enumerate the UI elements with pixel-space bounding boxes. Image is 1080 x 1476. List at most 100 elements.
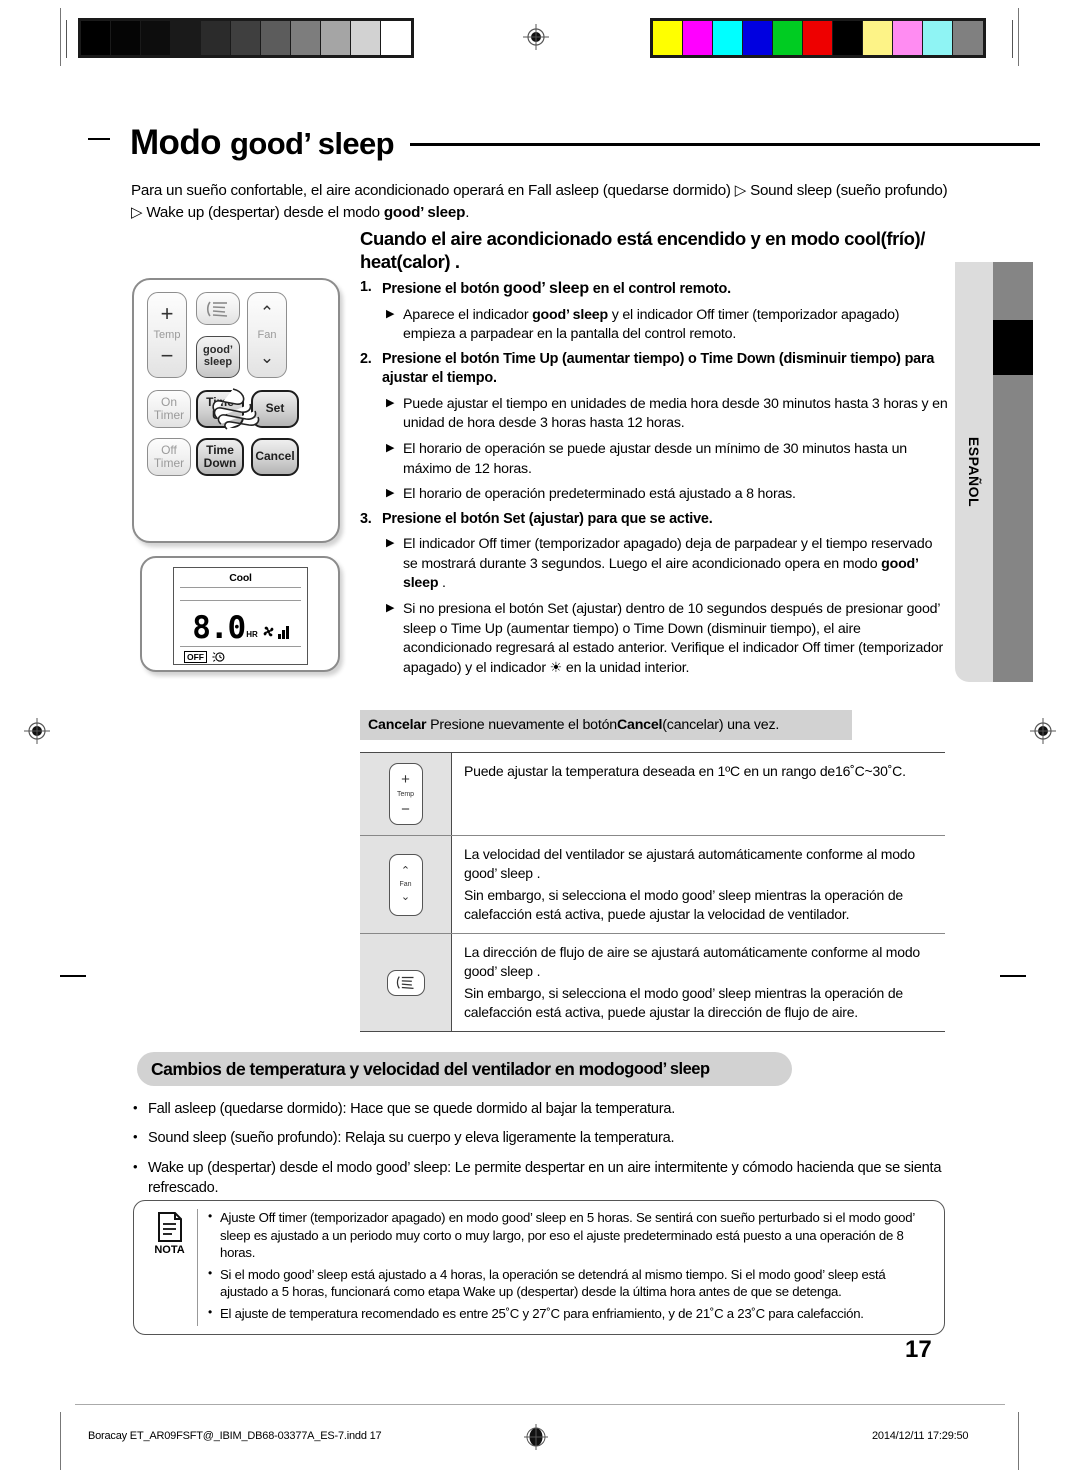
remote-off-timer-bottom: Timer bbox=[153, 456, 185, 470]
remote-airflow-button[interactable] bbox=[196, 292, 240, 325]
remote-time-down-button[interactable]: Time Down bbox=[196, 438, 244, 476]
step-2: 2. Presione el botón Time Up (aumentar t… bbox=[360, 350, 950, 389]
lcd-off-badge: OFF bbox=[184, 650, 207, 664]
triangle-bullet-icon: ▶ bbox=[386, 307, 395, 320]
fan-icon bbox=[263, 626, 274, 637]
remote-fan-button[interactable]: ⌃ Fan ⌄ bbox=[247, 292, 287, 378]
lcd-time-value: 8.0 bbox=[192, 610, 246, 647]
step-3: 3. Presione el botón Set (ajustar) para … bbox=[360, 510, 950, 529]
headline-rule bbox=[409, 142, 1040, 146]
remote-off-timer-button[interactable]: Off Timer bbox=[147, 438, 191, 476]
gray-patch-4 bbox=[201, 21, 231, 55]
lcd-divider-2 bbox=[180, 600, 301, 601]
remote-temp-button[interactable]: + Temp − bbox=[147, 292, 187, 378]
remote-time-down-top: Time bbox=[206, 442, 234, 457]
step-3-sub-2-text: Si no presiona el botón Set (ajustar) de… bbox=[403, 600, 944, 676]
page-number: 17 bbox=[905, 1336, 932, 1363]
step-3-text: Presione el botón Set (ajustar) para que… bbox=[382, 510, 713, 527]
step-2-sub-1: ▶ Puede ajustar el tiempo en unidades de… bbox=[360, 395, 950, 434]
remote-lcd-panel-illustration: Cool 8.0 HR OFF bbox=[140, 556, 340, 672]
table-row-2-line-1: La velocidad del ventilador se ajustará … bbox=[464, 846, 915, 882]
table-cell-icon-temp: + Temp − bbox=[360, 753, 452, 835]
instructions-column: Cuando el aire acondicionado está encend… bbox=[360, 228, 950, 678]
intro-line-2-brand: good’ sleep bbox=[383, 203, 466, 221]
color-patch-6 bbox=[833, 21, 863, 55]
minus-icon: − bbox=[401, 800, 410, 818]
color-patch-2 bbox=[713, 21, 743, 55]
gray-patch-2 bbox=[141, 21, 171, 55]
intro-line-2-pre: ▷ Wake up (despertar) desde el modo bbox=[131, 203, 384, 221]
remote-cancel-button[interactable]: Cancel bbox=[251, 438, 299, 476]
lcd-divider-1 bbox=[180, 587, 301, 588]
color-patch-9 bbox=[923, 21, 953, 55]
crop-mark-bottom-right-v bbox=[1018, 1412, 1019, 1470]
lcd-time-unit: HR bbox=[246, 630, 258, 639]
remote-on-timer-button[interactable]: On Timer bbox=[147, 390, 191, 428]
table-row-3-line-1: La dirección de flujo de aire se ajustar… bbox=[464, 944, 921, 980]
gray-patch-1 bbox=[111, 21, 141, 55]
step-2-sub-2: ▶ El horario de operación se puede ajust… bbox=[360, 440, 950, 479]
chevron-down-icon: ⌄ bbox=[400, 891, 411, 904]
step-2-text: Presione el botón Time Up (aumentar tiem… bbox=[382, 350, 935, 387]
fan-key-icon: ⌃ Fan ⌄ bbox=[388, 853, 423, 916]
section-2-bullet-3: Wake up (despertar) desde el modo good’ … bbox=[148, 1159, 942, 1197]
section-heading-1-line2: heat(calor) . bbox=[360, 250, 460, 272]
gray-patch-5 bbox=[231, 21, 261, 55]
registration-mark-right bbox=[1030, 718, 1056, 744]
step-1-number: 1. bbox=[360, 279, 372, 296]
gray-patch-7 bbox=[291, 21, 321, 55]
good-sleep-icon bbox=[212, 652, 225, 662]
step-3-sub-1-text: El indicador Off timer (temporizador apa… bbox=[403, 535, 950, 594]
bullet-dot-icon: • bbox=[208, 1265, 212, 1280]
color-calibration-strip bbox=[650, 18, 986, 58]
list-item: • Wake up (despertar) desde el modo good… bbox=[133, 1158, 948, 1199]
step-3-sub-1: ▶ El indicador Off timer (temporizador a… bbox=[360, 535, 950, 594]
step-2-sub-2-text: El horario de operación se puede ajustar… bbox=[403, 440, 907, 477]
cancel-bar-bold: Cancel bbox=[616, 717, 663, 733]
step-2-sub-3-text: El horario de operación predeterminado e… bbox=[403, 486, 796, 503]
temp-key-label: Temp bbox=[396, 790, 415, 798]
color-patch-7 bbox=[863, 21, 893, 55]
pointing-hand-icon bbox=[205, 368, 271, 436]
list-item: • Ajuste Off timer (temporizador apagado… bbox=[208, 1209, 934, 1262]
grayscale-calibration-strip bbox=[78, 18, 414, 58]
feature-table: + Temp − Puede ajustar la temperatura de… bbox=[360, 752, 945, 1033]
note-box: NOTA • Ajuste Off timer (temporizador ap… bbox=[133, 1200, 945, 1335]
calib-tick-right bbox=[1012, 20, 1013, 58]
color-patch-4 bbox=[773, 21, 803, 55]
page-title: Modo good’ sleep bbox=[130, 125, 395, 160]
table-row: + Temp − Puede ajustar la temperatura de… bbox=[360, 753, 945, 836]
lcd-status-row: OFF bbox=[184, 650, 307, 664]
step-1-text: Presione el botón good’ sleep en el cont… bbox=[382, 278, 731, 300]
registration-mark-bottom-center bbox=[523, 1424, 549, 1450]
chevron-down-icon: ⌄ bbox=[259, 348, 275, 368]
remote-fan-label: Fan bbox=[257, 328, 277, 341]
list-item: • Si el modo good’ sleep está ajustado a… bbox=[208, 1266, 934, 1301]
table-cell-text-fan: La velocidad del ventilador se ajustará … bbox=[452, 836, 945, 933]
lcd-main-readout: 8.0 HR bbox=[174, 608, 307, 647]
table-cell-text-airflow: La dirección de flujo de aire se ajustar… bbox=[452, 934, 945, 1031]
step-3-sub-1-pre: El indicador Off timer (temporizador apa… bbox=[403, 536, 933, 572]
step-3-sub-1-post: . bbox=[438, 575, 446, 592]
calib-tick-left bbox=[66, 20, 67, 58]
chevron-up-icon: ⌃ bbox=[259, 302, 275, 322]
remote-good-sleep-label: good’ sleep bbox=[203, 344, 233, 368]
section-2-bullet-1: Fall asleep (quedarse dormido): Hace que… bbox=[148, 1101, 676, 1117]
step-2-number: 2. bbox=[360, 350, 372, 367]
list-item: • Sound sleep (sueño profundo): Relaja s… bbox=[133, 1128, 948, 1148]
gray-patch-0 bbox=[81, 21, 111, 55]
fan-speed-bars-icon bbox=[277, 626, 289, 639]
cancel-instruction-bar: Cancelar Presione nuevamente el botón Ca… bbox=[360, 710, 852, 740]
table-row-1-line-1: Puede ajustar la temperatura deseada en … bbox=[464, 763, 906, 779]
step-1-sub-1: ▶ Aparece el indicador good’ sleep y el … bbox=[360, 306, 950, 345]
temp-key-icon: + Temp − bbox=[388, 763, 423, 825]
remote-on-timer-bottom: Timer bbox=[153, 408, 185, 422]
cancel-bar-text-post: (cancelar) una vez. bbox=[662, 717, 780, 733]
intro-line-1: Para un sueño confortable, el aire acond… bbox=[131, 182, 948, 199]
list-item: • Fall asleep (quedarse dormido): Hace q… bbox=[133, 1099, 948, 1119]
remote-on-timer-top: On bbox=[160, 394, 177, 409]
cancel-bar-text-pre: Presione nuevamente el botón bbox=[430, 717, 617, 733]
cancel-bar-label: Cancelar bbox=[368, 717, 427, 733]
gray-patch-3 bbox=[171, 21, 201, 55]
crop-mark-bottom-left-v bbox=[60, 1412, 61, 1470]
